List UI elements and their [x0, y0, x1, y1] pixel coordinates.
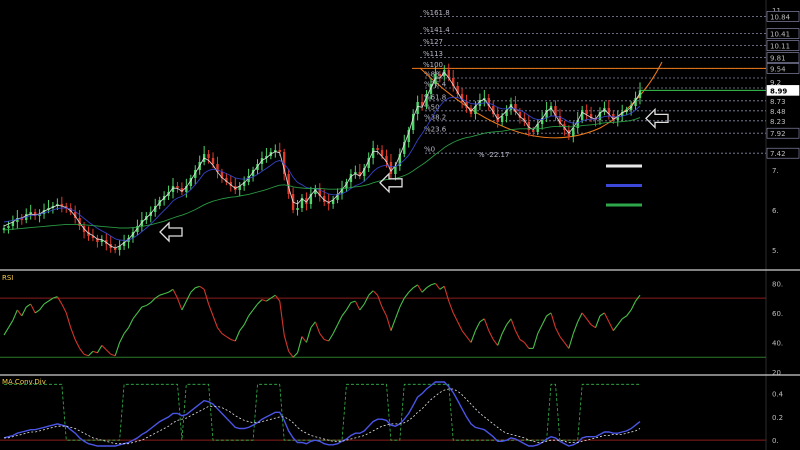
fib-level-label: %100 [423, 61, 443, 69]
price-label: 10.11 [770, 43, 790, 51]
candle-body [532, 130, 535, 132]
candle-body [7, 226, 10, 228]
price-label: 8.23 [770, 118, 786, 126]
technical-chart: %161.8%141.4%127%113%100%88.6%76.4%61.8%… [0, 0, 800, 450]
fib-level-label: %141.4 [423, 26, 450, 34]
macd-axis-tick: 0.2 [772, 414, 783, 422]
macd-title: MA.Conv.Div [2, 378, 46, 386]
price-axis-tick: 5. [772, 247, 779, 255]
price-label: 7.92 [770, 130, 786, 138]
fib-level-label: %113 [423, 50, 443, 58]
candle-body [278, 150, 281, 152]
fib-level-label: %38.2 [424, 113, 446, 121]
rsi-axis-tick: 20 [772, 369, 781, 377]
candle-body [389, 162, 393, 174]
rsi-axis-tick: 40. [772, 339, 783, 347]
price-axis-tick: 7. [772, 167, 779, 175]
price-label: 9.54 [770, 65, 786, 73]
macd-axis-tick: 0. [772, 437, 779, 445]
price-label: 8.99 [770, 87, 787, 95]
fib-level-label: %23.6 [424, 126, 447, 134]
candle-body [207, 154, 210, 158]
candle-body [376, 148, 379, 150]
rsi-axis-tick: 80. [772, 280, 783, 288]
price-label: 9.81 [770, 55, 786, 63]
fib-annotation: % -22.17 [478, 151, 509, 159]
fib-level-label: %127 [423, 38, 443, 46]
price-label: 8.73 [770, 98, 786, 106]
candle-body [500, 116, 504, 122]
chart-background [0, 0, 800, 450]
fib-level-label: %161.8 [423, 9, 450, 17]
price-label: 7.42 [770, 150, 786, 158]
price-label: 10.41 [770, 31, 790, 39]
price-label: 10.84 [770, 13, 791, 21]
candle-body [580, 110, 584, 120]
fib-level-label: %0 [424, 146, 435, 154]
price-axis-tick: 6. [772, 207, 779, 215]
candle-body [211, 158, 215, 164]
price-label: 8.48 [770, 108, 786, 116]
rsi-axis-tick: 60. [772, 310, 783, 318]
candle-body [438, 74, 442, 76]
candle-body [176, 186, 179, 188]
macd-axis-tick: 0.4 [772, 391, 784, 399]
candle-body [296, 208, 299, 210]
candle-body [585, 110, 588, 114]
rsi-title: RSI [2, 274, 13, 282]
